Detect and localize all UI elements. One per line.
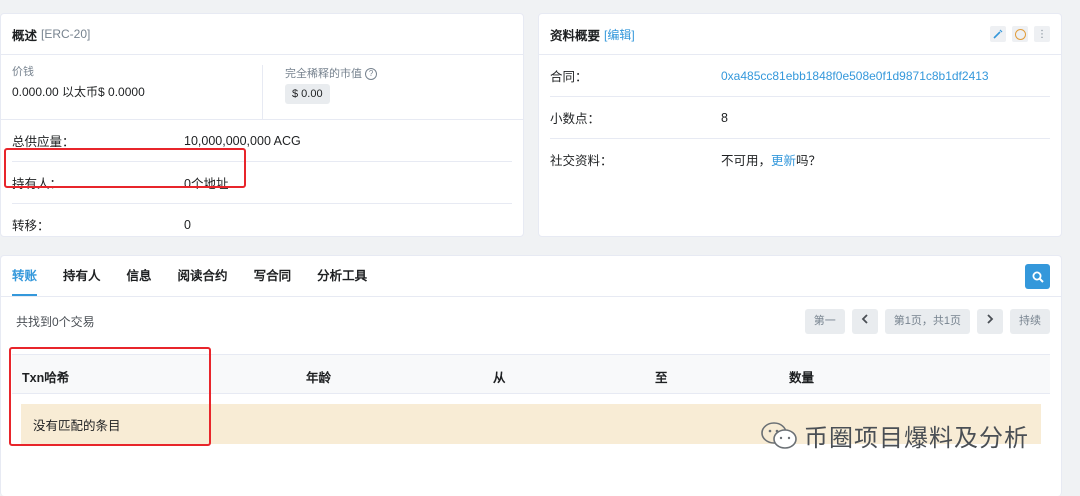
tab-info[interactable]: 信息 — [127, 265, 152, 296]
social-prefix: 不可用， — [721, 154, 772, 168]
total-supply-value: 10,000,000,000 ACG — [184, 133, 301, 148]
wand-icon[interactable] — [990, 26, 1006, 42]
first-page-button[interactable]: 第一 — [804, 309, 845, 334]
overview-title: 概述 — [12, 28, 38, 43]
social-suffix: 吗？ — [796, 154, 822, 168]
tab-write-contract[interactable]: 写合同 — [254, 265, 292, 296]
market-cap-label: 完全稀释的市值 — [285, 68, 362, 80]
help-icon[interactable]: ? — [365, 68, 378, 81]
search-button[interactable] — [1025, 264, 1050, 289]
contract-row: 合同： 0xa485cc81ebb1848f0e508e0f1d9871c8b1… — [550, 55, 1050, 97]
chevron-left-icon — [861, 314, 868, 324]
search-icon — [1032, 271, 1044, 283]
contract-label: 合同： — [550, 70, 588, 84]
status-circle-icon[interactable] — [1012, 26, 1028, 42]
watermark: 币圈项目爆料及分析 — [760, 418, 1029, 453]
highlight-holders-box — [4, 148, 246, 188]
tab-holders[interactable]: 持有人 — [63, 265, 101, 296]
overview-card: 概述 [ERC-20] 价钱 0.000.00 以太币$ 0.0000 完全稀释… — [0, 13, 524, 237]
transfers-label: 转移： — [12, 219, 50, 233]
tab-read-contract[interactable]: 阅读合约 — [178, 265, 228, 296]
token-standard-badge: [ERC-20] — [41, 27, 91, 41]
highlight-table-box — [9, 347, 211, 446]
social-label: 社交资料： — [550, 154, 613, 168]
last-page-button[interactable]: 持续 — [1010, 309, 1050, 334]
profile-summary-card: 资料概要 [编辑] ⋮ 合同： 0xa485cc81ebb1848f0e508e… — [538, 13, 1062, 237]
chevron-right-icon — [987, 314, 994, 324]
wechat-icon — [761, 421, 797, 449]
decimals-row: 小数点： 8 — [550, 97, 1050, 139]
col-from: 从 — [493, 371, 506, 385]
col-age: 年龄 — [306, 371, 332, 385]
market-cap-value: $ 0.00 — [285, 84, 330, 104]
price-section: 价钱 0.000.00 以太币$ 0.0000 完全稀释的市值 ? $ 0.00 — [1, 55, 523, 120]
tab-bar: 转账 持有人 信息 阅读合约 写合同 分析工具 — [1, 256, 1061, 297]
more-vertical-icon[interactable]: ⋮ — [1034, 26, 1050, 42]
next-page-button[interactable] — [977, 309, 1003, 334]
page-info: 第1页，共1页 — [884, 309, 970, 334]
transfers-row: 转移： 0 — [12, 204, 512, 245]
results-count: 共找到0个交易 — [16, 315, 95, 329]
tab-transfers[interactable]: 转账 — [12, 265, 38, 296]
prev-page-button[interactable] — [851, 309, 878, 334]
price-value: 0.000.00 以太币$ 0.0000 — [12, 85, 145, 99]
edit-link[interactable]: [编辑] — [604, 26, 635, 43]
col-quantity: 数量 — [789, 371, 815, 385]
profile-header: 资料概要 [编辑] ⋮ — [539, 14, 1061, 55]
profile-title: 资料概要 — [550, 28, 601, 43]
decimals-value: 8 — [721, 110, 728, 125]
price-label: 价钱 — [12, 66, 34, 78]
social-row: 社交资料： 不可用，更新吗？ — [550, 139, 1050, 180]
transfers-value: 0 — [184, 217, 191, 232]
tab-analytics[interactable]: 分析工具 — [317, 265, 367, 296]
overview-header: 概述 [ERC-20] — [1, 14, 523, 55]
update-link[interactable]: 更新 — [771, 154, 796, 168]
col-to: 至 — [655, 371, 668, 385]
watermark-text: 币圈项目爆料及分析 — [804, 425, 1029, 452]
pagination: 第一 第1页，共1页 持续 — [804, 309, 1050, 334]
decimals-label: 小数点： — [550, 112, 601, 126]
contract-address-link[interactable]: 0xa485cc81ebb1848f0e508e0f1d9871c8b1df24… — [721, 69, 989, 83]
